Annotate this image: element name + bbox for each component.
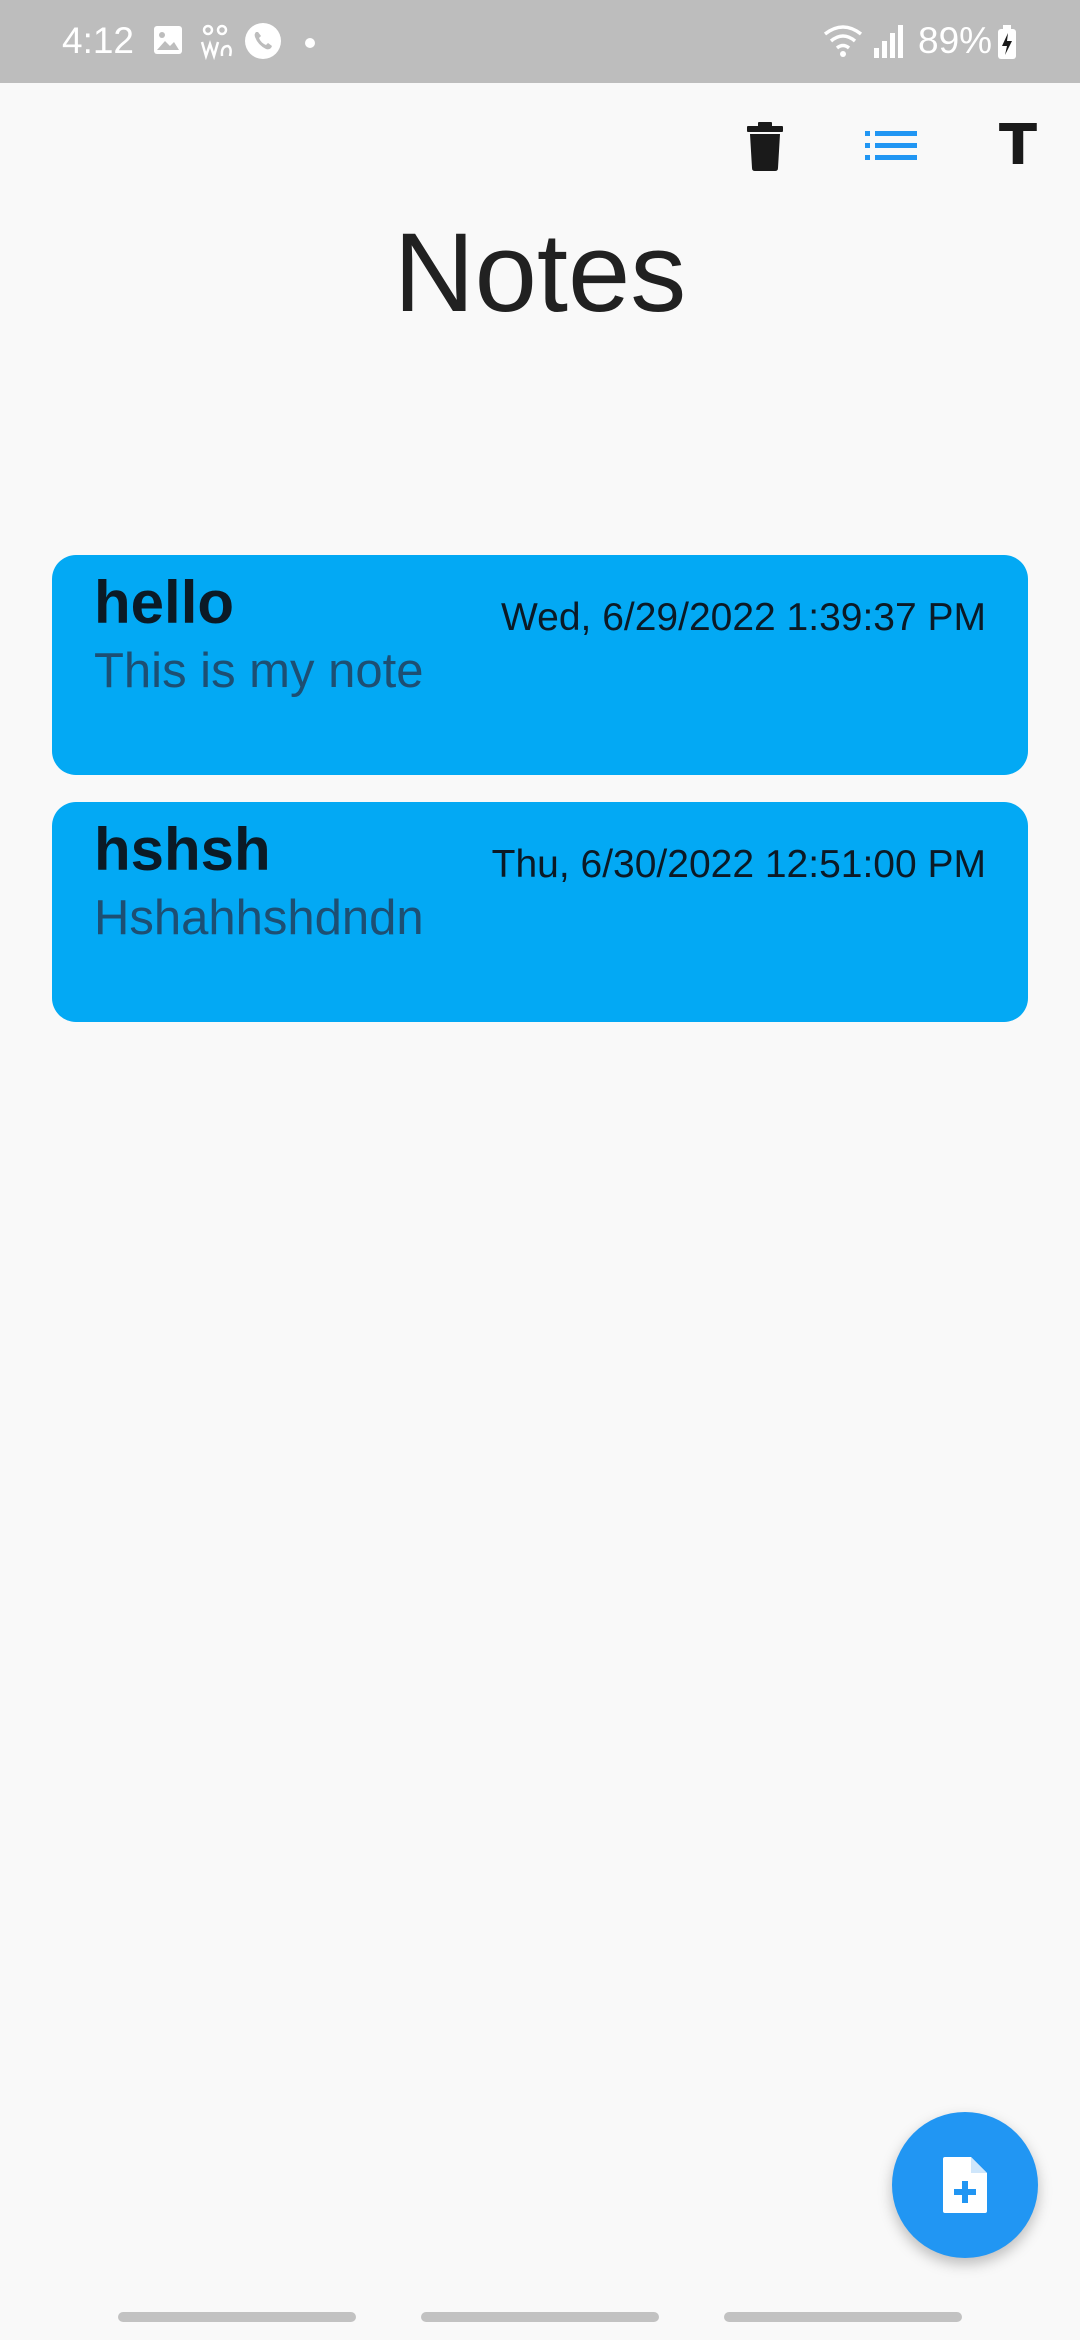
font-toggle-button[interactable]: T bbox=[990, 118, 1046, 174]
nav-home-bar[interactable] bbox=[421, 2312, 659, 2322]
page-title: Notes bbox=[393, 210, 687, 335]
battery-charging-icon bbox=[996, 24, 1018, 62]
signal-icon bbox=[872, 22, 906, 60]
nav-recents-bar[interactable] bbox=[118, 2312, 356, 2322]
status-bar: 4:12 89% bbox=[0, 0, 1080, 83]
note-body: Hshahhshdndn bbox=[94, 891, 424, 945]
note-card[interactable]: hshsh Hshahhshdndn Thu, 6/30/2022 12:51:… bbox=[52, 802, 1028, 1022]
note-title: hello bbox=[94, 569, 235, 636]
status-time: 4:12 bbox=[62, 20, 135, 61]
note-title: hshsh bbox=[94, 816, 271, 883]
note-body: This is my note bbox=[94, 644, 424, 698]
add-note-button[interactable] bbox=[892, 2112, 1038, 2258]
dot-icon bbox=[304, 36, 316, 74]
image-icon bbox=[152, 22, 184, 60]
wifi-icon bbox=[822, 22, 864, 60]
list-view-button[interactable] bbox=[863, 118, 919, 174]
nav-back-bar[interactable] bbox=[724, 2312, 962, 2322]
note-card[interactable]: hello This is my note Wed, 6/29/2022 1:3… bbox=[52, 555, 1028, 775]
phone-call-icon bbox=[244, 22, 282, 60]
add-note-icon bbox=[943, 2157, 987, 2213]
wa-icon bbox=[200, 22, 234, 61]
list-view-icon bbox=[865, 131, 917, 160]
note-date: Wed, 6/29/2022 1:39:37 PM bbox=[501, 596, 986, 639]
battery-percentage: 89% bbox=[918, 20, 993, 61]
trash-icon bbox=[747, 122, 783, 171]
delete-button[interactable] bbox=[737, 118, 793, 174]
note-date: Thu, 6/30/2022 12:51:00 PM bbox=[491, 843, 986, 886]
